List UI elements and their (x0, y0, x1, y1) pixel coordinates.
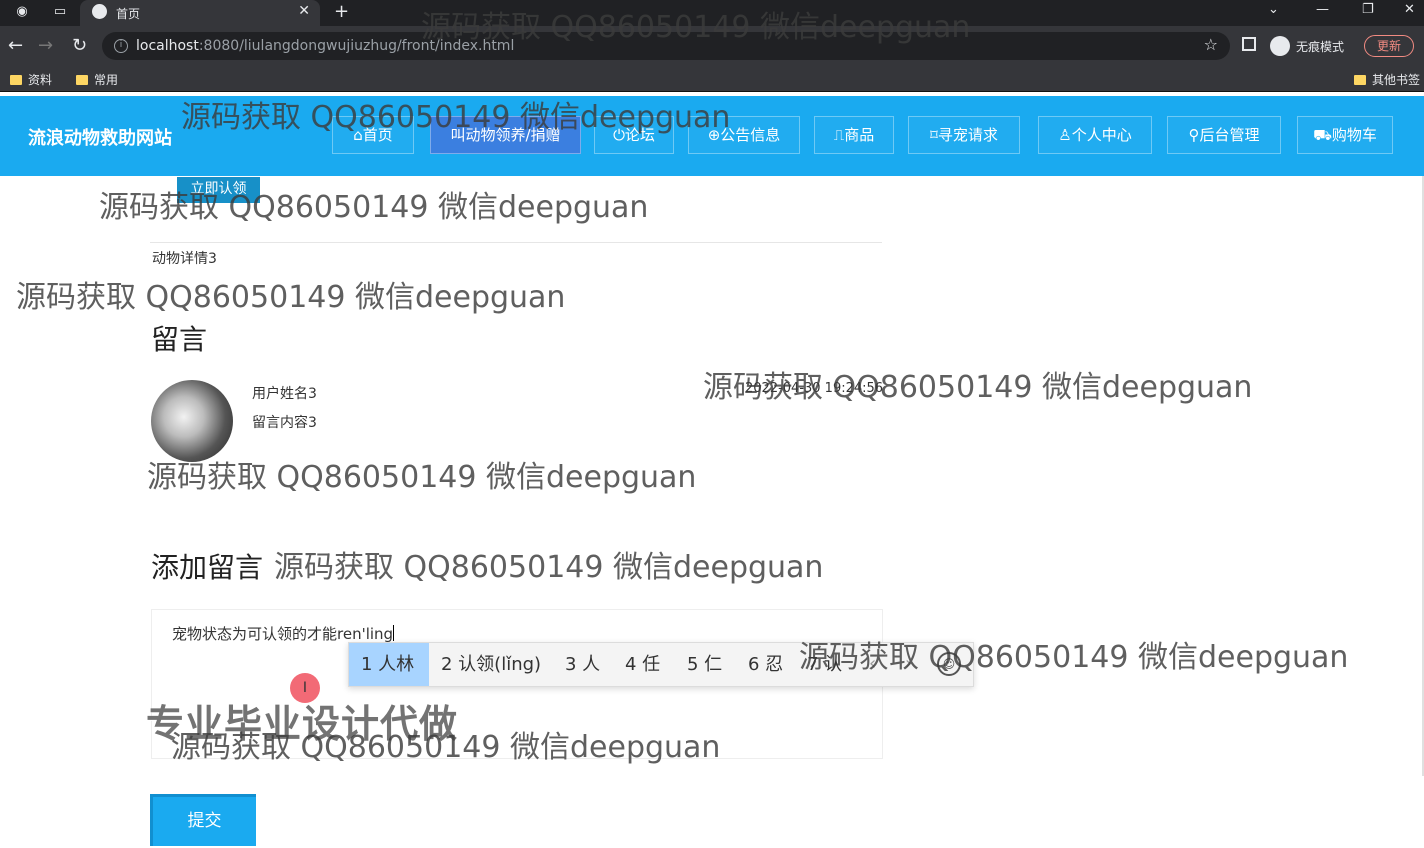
new-tab-icon[interactable]: + (334, 1, 349, 22)
restore-icon[interactable]: ❐ (1362, 2, 1374, 17)
nav-adoption-donation[interactable]: 叫动物领养/捐赠 (430, 116, 581, 154)
message-user: 用户姓名3 (252, 386, 317, 402)
bookmarks-bar: 资料 常用 其他书签 (0, 66, 1424, 92)
bookmark-folder[interactable]: 常用 (76, 71, 118, 88)
ime-candidate[interactable]: 3 人 (553, 643, 612, 686)
chevron-down-icon[interactable]: ⌄ (1268, 2, 1279, 17)
apply-adopt-button[interactable]: 立即认领 (177, 177, 260, 203)
tab-globe-icon (92, 4, 107, 19)
messages-heading: 留言 (151, 323, 208, 356)
window-icon[interactable]: ▭ (52, 4, 68, 20)
add-message-heading: 添加留言 (151, 551, 264, 584)
nav-user-center[interactable]: ♙个人中心 (1038, 116, 1152, 154)
message-time: 2022-04-30 19:24:56 (745, 381, 884, 396)
incognito-icon (1270, 36, 1290, 56)
folder-icon (10, 74, 22, 85)
close-icon[interactable]: ✕ (298, 3, 310, 19)
bookmark-folder[interactable]: 资料 (10, 71, 52, 88)
ime-candidate[interactable]: 7 认 (795, 643, 854, 686)
star-icon[interactable]: ☆ (1204, 35, 1218, 54)
browser-toolbar: ← → ↻ i localhost:8080/liulangdongwujiuz… (0, 26, 1424, 66)
ime-candidate[interactable]: 1 人林 (349, 643, 429, 686)
side-panel-icon[interactable] (1242, 37, 1256, 51)
tab-title: 首页 (116, 7, 141, 21)
watermark-text: 源码获取 QQ86050149 微信deepguan (16, 280, 566, 315)
nav-admin[interactable]: ⚲后台管理 (1167, 116, 1281, 154)
address-bar[interactable]: i localhost:8080/liulangdongwujiuzhug/fr… (102, 32, 1230, 60)
forward-icon[interactable]: → (38, 35, 53, 56)
ime-candidate[interactable]: 5 仁 (675, 643, 734, 686)
watermark-text: 源码获取 QQ86050149 微信deepguan (274, 550, 824, 585)
bookmark-folder-other[interactable]: 其他书签 (1354, 71, 1420, 88)
update-button[interactable]: 更新 (1364, 35, 1414, 57)
message-content: 留言内容3 (252, 415, 317, 431)
watermark-text: 源码获取 QQ86050149 微信deepguan (147, 460, 697, 495)
divider (150, 242, 882, 243)
info-icon[interactable]: i (114, 39, 128, 53)
ime-candidate[interactable]: 4 任 (613, 643, 672, 686)
globe-icon[interactable]: ◉ (14, 4, 30, 20)
nav-cart[interactable]: ⛟购物车 (1297, 116, 1393, 154)
nav-notices[interactable]: ⊕公告信息 (688, 116, 800, 154)
text-caret (393, 625, 395, 641)
nav-products[interactable]: ⎍商品 (814, 116, 894, 154)
incognito-label: 无痕模式 (1296, 39, 1345, 54)
folder-icon (1354, 74, 1366, 85)
chevron-left-icon[interactable]: ‹ (869, 653, 876, 674)
nav-forum[interactable]: ⏻论坛 (594, 116, 674, 154)
nav-home[interactable]: ⌂首页 (332, 116, 414, 154)
folder-icon (76, 74, 88, 85)
avatar (151, 380, 233, 462)
ime-candidate-bar: 1 人林 2 认领(lǐng) 3 人 4 任 5 仁 6 忍 7 认 ‹ › … (348, 642, 974, 687)
incognito-indicator[interactable]: 无痕模式 (1270, 35, 1344, 57)
submit-button[interactable]: 提交 (150, 794, 256, 846)
browser-tab-active[interactable]: 首页 ✕ (80, 0, 320, 26)
minimize-icon[interactable]: — (1316, 2, 1329, 17)
reload-icon[interactable]: ↻ (72, 35, 87, 56)
url-text[interactable]: localhost:8080/liulangdongwujiuzhug/fron… (136, 38, 514, 54)
site-title: 流浪动物救助网站 (28, 128, 172, 149)
nav-pet-search[interactable]: ⌑寻宠请求 (908, 116, 1020, 154)
site-header: 流浪动物救助网站 ⌂首页 叫动物领养/捐赠 ⏻论坛 ⊕公告信息 ⎍商品 ⌑寻宠请… (0, 96, 1424, 176)
emoji-icon[interactable]: ☺ (937, 652, 961, 676)
promo-overlay-text: 专业毕业设计代做 (146, 702, 459, 746)
browser-tab-strip: ◉ ▭ 首页 ✕ + ⌄ — ❐ ✕ (0, 0, 1424, 26)
chevron-right-icon[interactable]: › (905, 653, 912, 674)
ime-candidate[interactable]: 6 忍 (736, 643, 795, 686)
ime-candidate[interactable]: 2 认领(lǐng) (429, 643, 553, 686)
textarea-value: 宠物状态为可认领的才能ren'ling (172, 625, 395, 643)
window-close-icon[interactable]: ✕ (1404, 2, 1415, 17)
back-icon[interactable]: ← (8, 35, 23, 56)
animal-detail-text: 动物详情3 (152, 251, 217, 267)
